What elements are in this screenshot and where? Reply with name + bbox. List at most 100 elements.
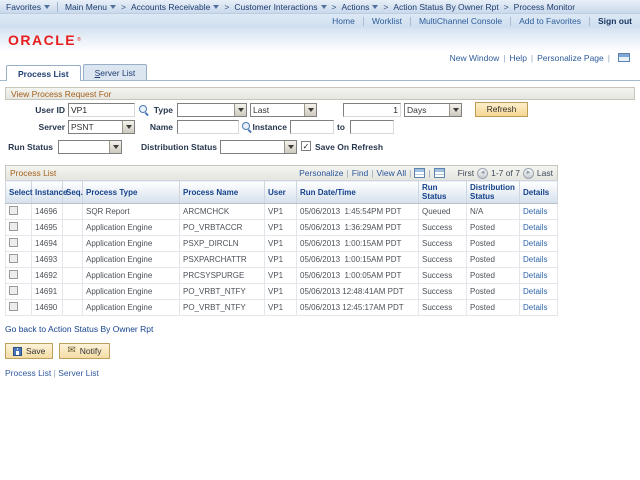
cell-process_type: Application Engine (83, 252, 180, 268)
cell-process_name: PO_VRBT_NTFY (180, 284, 265, 300)
details-link[interactable]: Details (523, 239, 547, 248)
util-link-personalize-page[interactable]: Personalize Page (537, 53, 604, 63)
row-select-checkbox[interactable] (9, 302, 18, 311)
column-header-seq[interactable]: Seq. (63, 181, 83, 204)
breadcrumb-item[interactable]: Accounts Receivable (131, 2, 219, 12)
cell-distribution_status: Posted (467, 220, 520, 236)
portal-link-add-to-favorites[interactable]: Add to Favorites (519, 16, 581, 26)
details-link[interactable]: Details (523, 223, 547, 232)
process-list-table: SelectInstanceSeq.Process TypeProcess Na… (5, 180, 558, 316)
bottom-link-process-list[interactable]: Process List (5, 368, 51, 378)
table-row: 14692Application EnginePRCSYSPURGEVP105/… (6, 268, 558, 284)
next-page-button[interactable]: ► (523, 168, 534, 179)
row-select-checkbox[interactable] (9, 254, 18, 263)
notify-button[interactable]: ✉ Notify (59, 343, 109, 359)
cell-run_datetime: 05/06/2013 12:45:17AM PDT (297, 300, 419, 316)
column-header-details[interactable]: Details (520, 181, 558, 204)
cell-instance: 14690 (32, 300, 63, 316)
type-select[interactable] (177, 103, 247, 117)
cell-run_status: Success (419, 252, 467, 268)
column-header-distribution_status[interactable]: Distribution Status (467, 181, 520, 204)
cell-select (6, 284, 32, 300)
find-link[interactable]: Find (352, 168, 369, 178)
breadcrumb-item-label: Actions (341, 2, 369, 12)
cell-process_name: PRCSYSPURGE (180, 268, 265, 284)
instance-input[interactable] (290, 120, 334, 134)
column-header-run_datetime[interactable]: Run Date/Time (297, 181, 419, 204)
row-select-checkbox[interactable] (9, 206, 18, 215)
last-range-select[interactable]: Last (250, 103, 317, 117)
breadcrumb-item[interactable]: Action Status By Owner Rpt (393, 2, 498, 12)
portal-link-sign-out[interactable]: Sign out (598, 16, 632, 26)
row-select-checkbox[interactable] (9, 222, 18, 231)
window-layout-icon[interactable] (618, 53, 630, 62)
details-link[interactable]: Details (523, 287, 547, 296)
download-icon[interactable] (414, 168, 425, 178)
tab-process-list[interactable]: Process List (6, 65, 81, 81)
days-count-input[interactable] (343, 103, 401, 117)
portal-link-worklist[interactable]: Worklist (372, 16, 402, 26)
breadcrumb-separator: > (332, 2, 337, 12)
notify-button-label: Notify (80, 346, 102, 356)
tab-server-list[interactable]: Server List (83, 64, 148, 80)
bottom-links: Process List | Server List (5, 368, 635, 378)
instance-to-input[interactable] (350, 120, 394, 134)
personalize-link[interactable]: Personalize (299, 168, 343, 178)
cell-run_datetime: 05/06/2013 1:00:15AM PDT (297, 252, 419, 268)
cell-process_name: PO_VRBT_NTFY (180, 300, 265, 316)
bottom-link-server-list[interactable]: Server List (58, 368, 99, 378)
breadcrumb-item[interactable]: Process Monitor (514, 2, 575, 12)
table-header-row: SelectInstanceSeq.Process TypeProcess Na… (6, 181, 558, 204)
column-header-process_name[interactable]: Process Name (180, 181, 265, 204)
breadcrumb-item[interactable]: Actions (341, 2, 378, 12)
row-select-checkbox[interactable] (9, 270, 18, 279)
cell-select (6, 204, 32, 220)
run-status-select[interactable] (58, 140, 122, 154)
table-row: 14695Application EnginePO_VRBTACCRVP105/… (6, 220, 558, 236)
breadcrumb-item[interactable]: Main Menu (65, 2, 116, 12)
row-select-checkbox[interactable] (9, 286, 18, 295)
pager-last-label[interactable]: Last (537, 168, 553, 178)
cell-process_name: PSXP_DIRCLN (180, 236, 265, 252)
divider (410, 17, 411, 26)
details-link[interactable]: Details (523, 207, 547, 216)
save-on-refresh-checkbox[interactable]: ✓ (301, 141, 311, 151)
cell-seq (63, 236, 83, 252)
column-header-process_type[interactable]: Process Type (83, 181, 180, 204)
page-content: View Process Request For User ID Type La… (0, 81, 640, 378)
column-header-user[interactable]: User (265, 181, 297, 204)
refresh-button[interactable]: Refresh (475, 102, 528, 117)
pager-first-label[interactable]: First (458, 168, 475, 178)
util-link-help[interactable]: Help (509, 53, 526, 63)
row-select-checkbox[interactable] (9, 238, 18, 247)
distribution-status-select[interactable] (220, 140, 297, 154)
to-label: to (329, 120, 345, 134)
cell-process_name: ARCMCHCK (180, 204, 265, 220)
previous-page-button[interactable]: ◄ (477, 168, 488, 179)
column-header-select[interactable]: Select (6, 181, 32, 204)
days-unit-select[interactable]: Days (404, 103, 462, 117)
save-on-refresh-label: Save On Refresh (315, 140, 405, 154)
zoom-grid-icon[interactable] (434, 168, 445, 178)
last-range-select-value: Last (251, 104, 304, 116)
util-link-new-window[interactable]: New Window (450, 53, 500, 63)
details-link[interactable]: Details (523, 271, 547, 280)
cell-instance: 14696 (32, 204, 63, 220)
details-link[interactable]: Details (523, 303, 547, 312)
column-header-run_status[interactable]: Run Status (419, 181, 467, 204)
type-label: Type (115, 103, 173, 117)
column-header-instance[interactable]: Instance (32, 181, 63, 204)
divider (589, 17, 590, 26)
portal-link-multichannel-console[interactable]: MultiChannel Console (419, 16, 502, 26)
portal-link-home[interactable]: Home (332, 16, 355, 26)
groupbox-title: View Process Request For (5, 87, 635, 100)
breadcrumb-item-label: Main Menu (65, 2, 107, 12)
details-link[interactable]: Details (523, 255, 547, 264)
name-input[interactable] (177, 120, 239, 134)
favorites-menu[interactable]: Favorites (6, 2, 50, 12)
view-all-link[interactable]: View All (377, 168, 407, 178)
save-button[interactable]: Save (5, 343, 53, 359)
go-back-link[interactable]: Go back to Action Status By Owner Rpt (5, 324, 153, 334)
breadcrumb-item[interactable]: Customer Interactions (234, 2, 326, 12)
cell-instance: 14692 (32, 268, 63, 284)
